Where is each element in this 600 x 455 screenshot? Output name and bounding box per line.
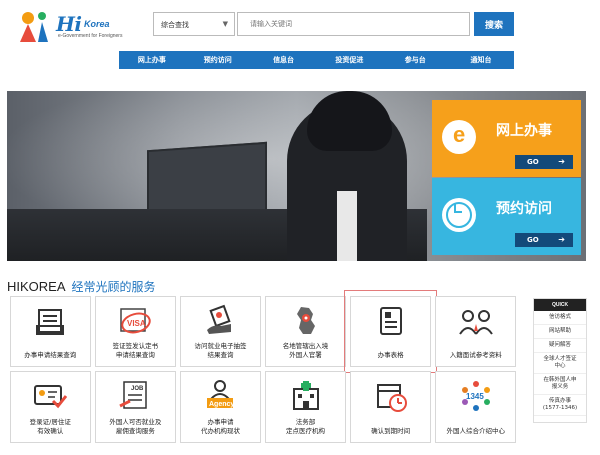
service-label: 访问就业电子抽签 结果查询 [194,342,247,359]
nav-item-notice[interactable]: 通知台 [448,51,514,69]
service-visa-result[interactable]: VISA 签证签发认定书 申请结果查询 [95,296,176,367]
quick-menu-title: QUICK [534,299,586,311]
visa-stamp-icon: VISA [120,308,152,334]
arrow-right-icon: ➔ [558,235,565,244]
services-title: HIKOREA [7,279,66,294]
service-label: 法务部 定点医疗机构 [286,418,326,435]
services-subtitle: 经常光顾的服务 [71,280,156,294]
service-label: 办事表格 [377,351,404,359]
job-search-icon: JOB [119,381,148,409]
document-list-icon [36,309,65,335]
service-immigration-office[interactable]: 名地管辖出入境 外国人官署 [265,296,346,367]
calendar-clock-icon [376,384,407,412]
search-category-select[interactable]: 综合查找 ▼ [153,12,235,36]
reservation-go-button[interactable]: GO ➔ [515,233,573,247]
service-application-result[interactable]: 办事申请结果查询 [10,296,91,367]
logo-korea: Korea [84,19,110,29]
online-services-go-button[interactable]: GO ➔ [515,155,573,169]
search-input[interactable] [237,12,470,36]
quick-item-talent-visa[interactable]: 全球人才签证 中心 [534,353,586,374]
go-label: GO [527,158,539,166]
id-card-check-icon [34,385,68,409]
service-label: 办事申请结果查询 [24,351,77,359]
services-grid: 办事申请结果查询 VISA 签证签发认定书 申请结果查询 访问就业电子抽签 结果查询… [10,290,516,443]
service-label: 外国人综合介绍中心 [446,427,505,435]
service-employment-lottery[interactable]: 访问就业电子抽签 结果查询 [180,296,261,367]
service-expiry-check[interactable]: 确认到期时间 [350,371,431,443]
reservation-tile[interactable]: 预约访问 GO ➔ [432,178,581,255]
service-label: 登录证/居住证 有效确认 [29,418,71,435]
search-button[interactable]: 搜索 [474,12,514,36]
quick-menu: QUICK 信访格式 网站帮助 疑问解答 全球人才签证 中心 在韩外国人申 报义务 … [533,298,587,423]
service-label: 名地管辖出入境 外国人官署 [282,342,329,359]
form-document-icon [379,307,402,335]
service-label: 确认到期时间 [371,427,411,435]
online-services-tile[interactable]: e 网上办事 GO ➔ [432,100,581,177]
service-foreigner-center[interactable]: 1345 外国人综合介绍中心 [435,371,516,443]
arrow-right-icon: ➔ [558,157,565,166]
go-label: GO [527,236,539,244]
service-label: 签证签发认定书 申请结果查询 [112,342,159,359]
clock-icon [442,198,476,232]
svg-text:1345: 1345 [466,392,484,401]
service-agency-status[interactable]: Agency 办事申请 代办机构现状 [180,371,261,443]
quick-item-fax[interactable]: 传真办事 (1577-1346) [534,395,586,416]
call-center-1345-icon: 1345 [461,381,490,411]
search-category-value: 综合查找 [161,21,189,29]
svg-text:Agency: Agency [209,401,234,408]
svg-text:VISA: VISA [127,319,146,328]
logo-figure-icon [20,12,48,42]
service-forms[interactable]: 办事表格 [344,290,437,373]
main-nav: 网上办事 预约访问 信息台 投资促进 参与台 通知台 [119,51,514,69]
reservation-tile-title: 预约访问 [496,201,552,217]
hero-banner: e 网上办事 GO ➔ 预约访问 GO ➔ [7,91,586,261]
service-label: 办事申请 代办机构现状 [200,418,240,435]
svg-text:JOB: JOB [131,386,144,392]
site-logo[interactable]: Hi Korea e-Government for Foreigners [14,8,124,44]
service-medical-institution[interactable]: 法务部 定点医疗机构 [265,371,346,443]
agency-person-icon: Agency [207,380,235,408]
quick-item-petition-format[interactable]: 信访格式 [534,311,586,325]
nav-item-online-services[interactable]: 网上办事 [119,51,185,69]
hand-ticket-icon [207,304,232,334]
nav-item-reservation[interactable]: 预约访问 [185,51,251,69]
service-label: 入籍面试参考资料 [449,351,502,359]
nav-item-information[interactable]: 信息台 [251,51,317,69]
e-icon: e [442,120,476,154]
service-naturalization-interview[interactable]: 入籍面试参考资料 [435,296,516,367]
nav-item-investment[interactable]: 投资促进 [316,51,382,69]
logo-subtitle: e-Government for Foreigners [58,33,123,39]
services-section-title: HIKOREA 经常光顾的服务 [7,278,156,295]
service-employment-check[interactable]: JOB 外国人可否就业及 雇佣查询服务 [95,371,176,443]
nav-item-participation[interactable]: 参与台 [382,51,448,69]
service-residence-card-check[interactable]: 登录证/居住证 有效确认 [10,371,91,443]
interview-people-icon [458,310,493,335]
hospital-icon [292,381,319,410]
quick-item-report-duty[interactable]: 在韩外国人申 报义务 [534,374,586,395]
online-services-tile-title: 网上办事 [496,123,552,139]
korea-map-pin-icon [296,307,315,334]
chevron-down-icon: ▼ [222,20,228,28]
service-label: 外国人可否就业及 雇佣查询服务 [109,418,162,435]
quick-item-help[interactable]: 网站帮助 [534,325,586,339]
quick-item-faq[interactable]: 疑问解答 [534,339,586,353]
banner-officer-shirt [337,191,357,261]
